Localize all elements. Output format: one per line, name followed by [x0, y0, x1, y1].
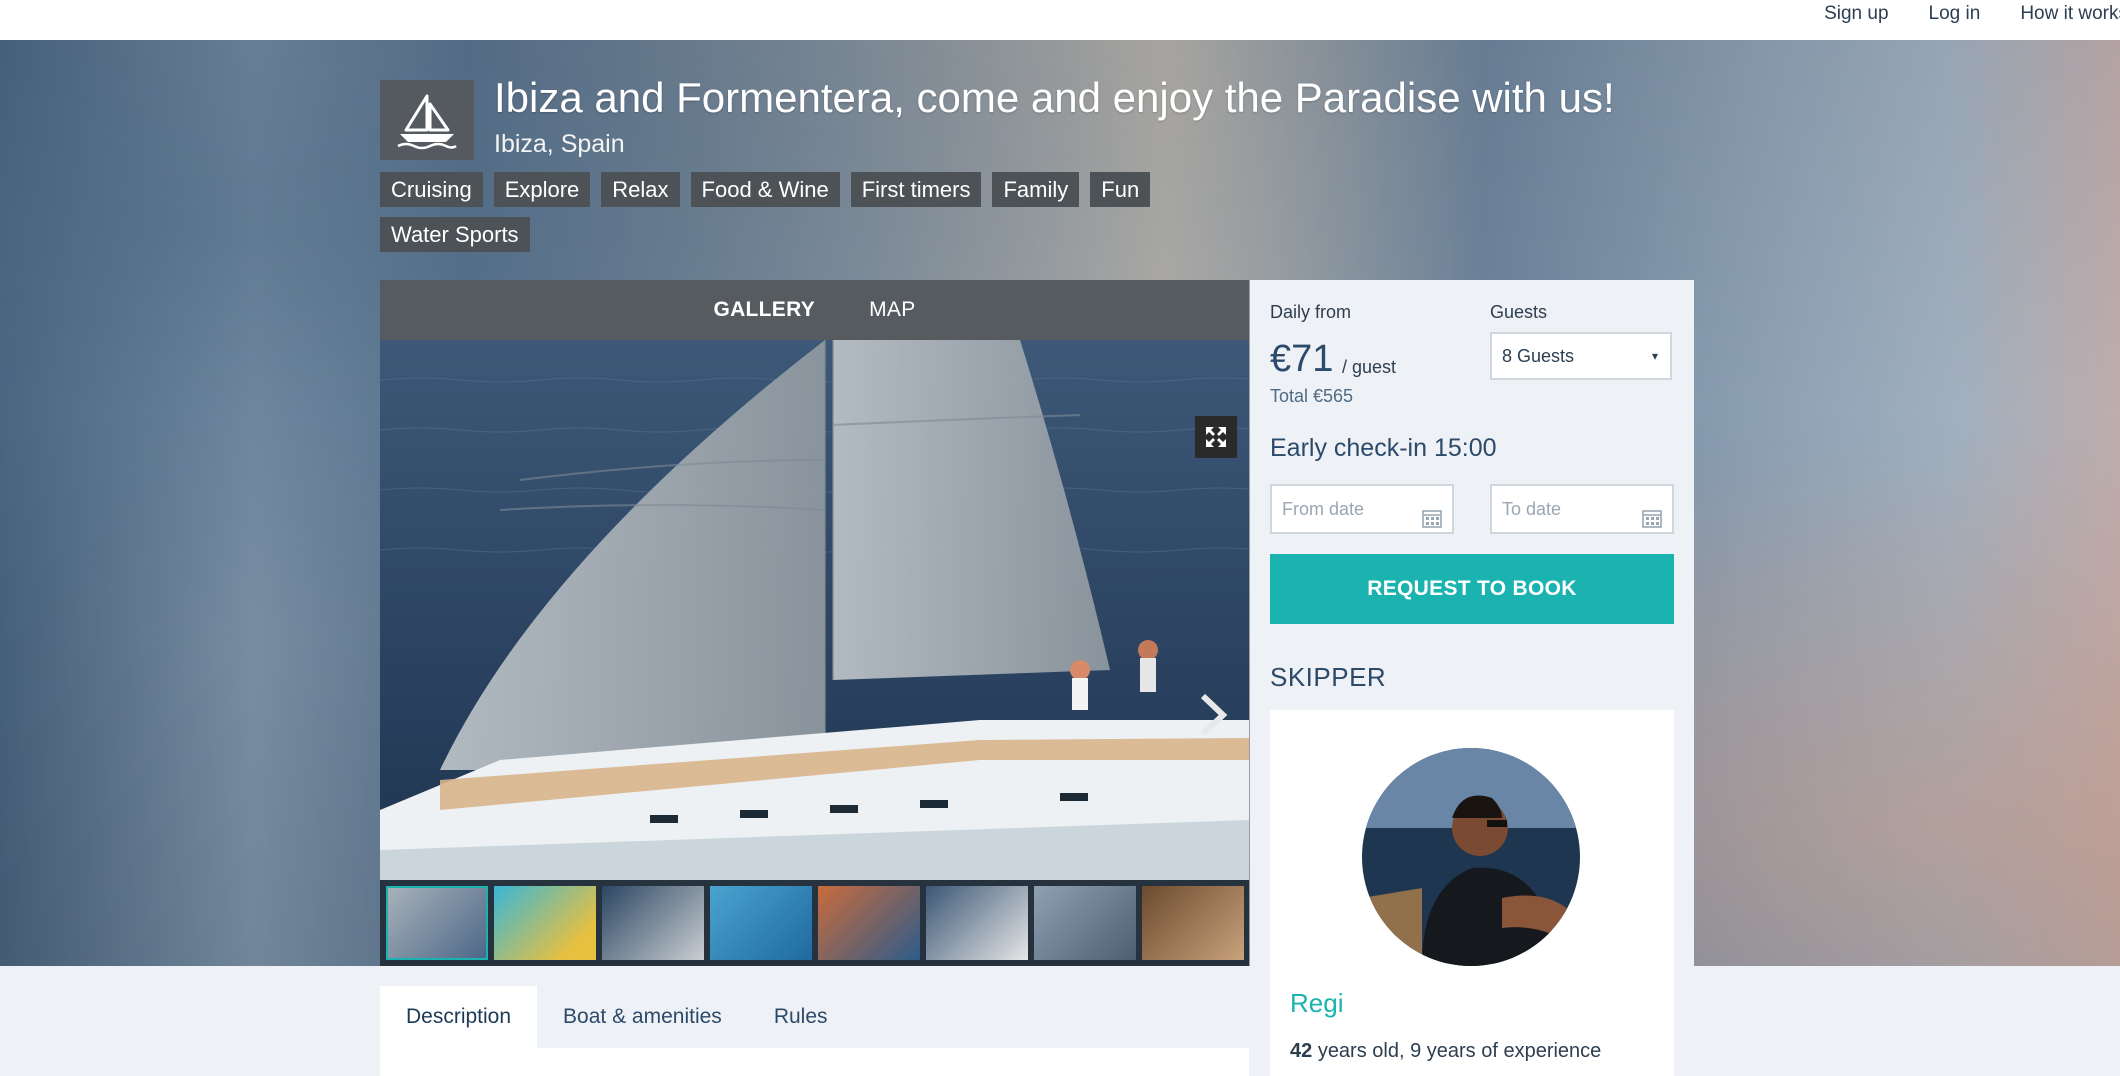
chevron-right-icon[interactable] [1195, 690, 1229, 740]
skipper-heading: SKIPPER [1270, 662, 1387, 692]
tab-rules[interactable]: Rules [748, 986, 854, 1048]
to-date-placeholder: To date [1502, 499, 1562, 519]
price-value: €71 [1270, 338, 1334, 380]
thumbnail-1[interactable] [386, 886, 488, 960]
login-link[interactable]: Log in [1929, 3, 1981, 25]
gallery-tab-bar: GALLERY MAP [380, 280, 1249, 340]
tag-family[interactable]: Family [992, 172, 1080, 207]
thumbnail-3[interactable] [602, 886, 704, 960]
skipper-avatar[interactable] [1362, 748, 1580, 966]
calendar-icon [1642, 499, 1662, 545]
tag-relax[interactable]: Relax [601, 172, 680, 207]
tag-food-wine[interactable]: Food & Wine [690, 172, 840, 207]
thumbnail-6[interactable] [926, 886, 1028, 960]
guests-select[interactable]: 8 Guests ▾ [1490, 332, 1672, 380]
from-date-placeholder: From date [1282, 499, 1365, 519]
listing-location: Ibiza, Spain [494, 130, 625, 158]
thumbnail-8[interactable] [1142, 886, 1244, 960]
skipper-age: 42 [1290, 1040, 1313, 1062]
tag-first-timers[interactable]: First timers [850, 172, 982, 207]
description-body [380, 1048, 1249, 1076]
price-total: Total €565 [1270, 386, 1354, 406]
thumbnail-4[interactable] [710, 886, 812, 960]
calendar-icon [1422, 499, 1442, 545]
to-date-field[interactable]: To date [1490, 484, 1674, 534]
tab-gallery[interactable]: GALLERY [713, 298, 815, 322]
price-per-guest: / guest [1342, 357, 1397, 377]
signup-link[interactable]: Sign up [1824, 3, 1888, 25]
top-navbar: Sign up Log in How it works [0, 0, 2120, 40]
sailboat-logo-icon [380, 80, 474, 160]
tab-map[interactable]: MAP [869, 298, 915, 322]
daily-from-label: Daily from [1270, 302, 1352, 322]
gallery-main-photo[interactable] [380, 340, 1249, 880]
skipper-experience: years old, 9 years of experience [1317, 1040, 1602, 1062]
guests-select-value: 8 Guests [1502, 346, 1575, 366]
from-date-field[interactable]: From date [1270, 484, 1454, 534]
expand-icon[interactable] [1195, 416, 1237, 458]
thumbnail-7[interactable] [1034, 886, 1136, 960]
thumbnail-strip [380, 880, 1249, 966]
booking-card: Daily from Guests €71 / guest Total €565… [1250, 280, 1694, 966]
tag-explore[interactable]: Explore [493, 172, 591, 207]
how-it-works-link[interactable]: How it works [2020, 3, 2120, 25]
gallery-panel: GALLERY MAP [380, 280, 1249, 966]
tab-description[interactable]: Description [380, 986, 538, 1048]
tag-list: Cruising Explore Relax Food & Wine First… [380, 172, 1220, 252]
tag-cruising[interactable]: Cruising [380, 172, 483, 207]
listing-title: Ibiza and Formentera, come and enjoy the… [494, 74, 1615, 121]
skipper-meta: 42 years old, 9 years of experience [1290, 1040, 1601, 1063]
top-nav-links: Sign up Log in How it works [1824, 0, 2120, 28]
thumbnail-2[interactable] [494, 886, 596, 960]
description-tab-bar: Description Boat & amenities Rules [380, 986, 1249, 1048]
tag-water-sports[interactable]: Water Sports [380, 217, 530, 252]
thumbnail-5[interactable] [818, 886, 920, 960]
caret-down-icon: ▾ [1651, 349, 1658, 363]
skipper-name[interactable]: Regi [1290, 988, 1343, 1019]
guests-label: Guests [1490, 302, 1548, 322]
tag-fun[interactable]: Fun [1090, 172, 1151, 207]
checkin-time: Early check-in 15:00 [1270, 434, 1497, 462]
tab-boat-amenities[interactable]: Boat & amenities [537, 986, 748, 1048]
request-to-book-button[interactable]: REQUEST TO BOOK [1270, 554, 1674, 624]
skipper-card [1270, 710, 1674, 966]
